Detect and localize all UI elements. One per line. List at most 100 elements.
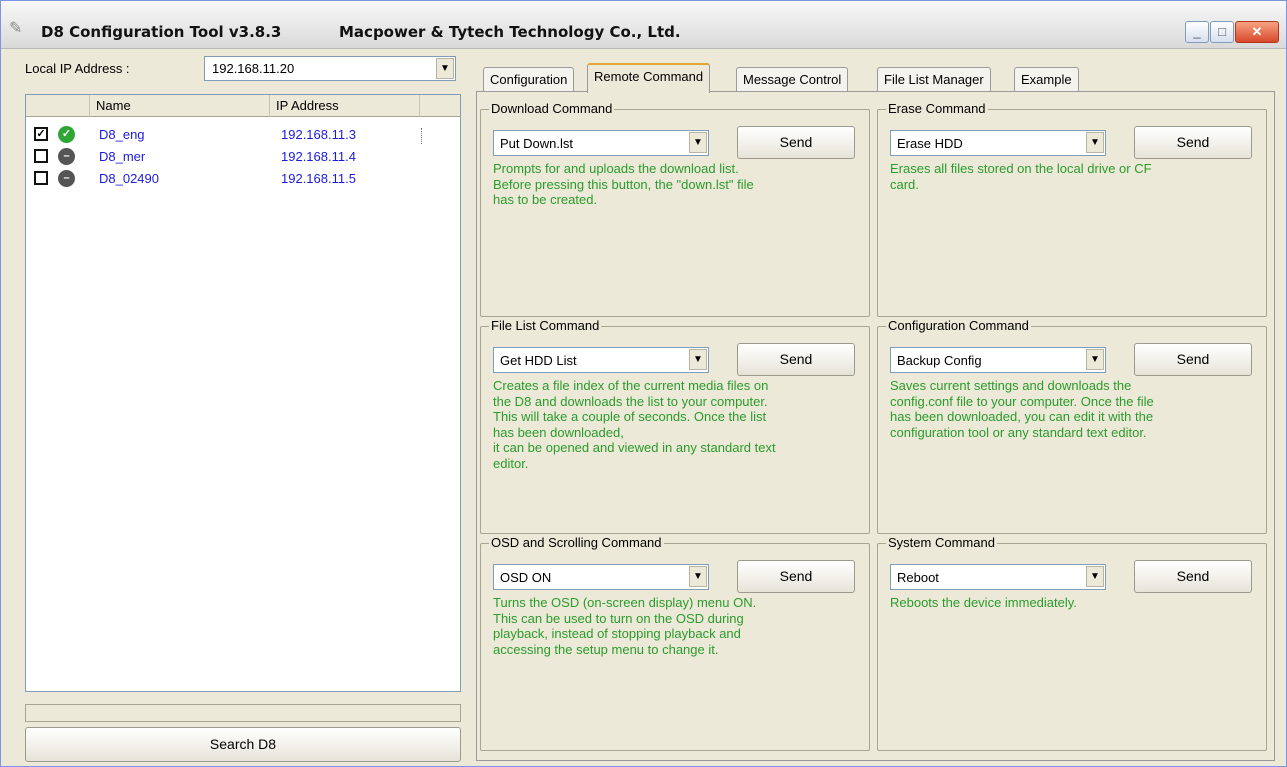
column-divider bbox=[421, 128, 422, 144]
description-line: Creates a file index of the current medi… bbox=[493, 378, 769, 393]
app-icon: ✎ bbox=[9, 20, 23, 37]
device-name: D8_02490 bbox=[99, 171, 159, 186]
selected-value: Get HDD List bbox=[500, 353, 577, 368]
search-d8-button[interactable]: Search D8 bbox=[25, 727, 461, 762]
description-line: This can be used to turn on the OSD duri… bbox=[493, 610, 744, 626]
device-row[interactable]: – D8_02490 192.168.11.5 bbox=[26, 168, 460, 188]
group-title: Download Command bbox=[489, 101, 615, 116]
file-list-command-select[interactable]: Get HDD List ▼ bbox=[493, 347, 709, 373]
selected-value: Backup Config bbox=[897, 353, 982, 368]
description-line: editor. bbox=[493, 455, 529, 471]
device-row[interactable]: – D8_mer 192.168.11.4 bbox=[26, 146, 460, 166]
description-line: Saves current settings and downloads the bbox=[890, 378, 1132, 393]
selected-value: OSD ON bbox=[500, 570, 552, 585]
configuration-send-button[interactable]: Send bbox=[1134, 343, 1252, 376]
description-line: Reboots the device immediately. bbox=[890, 595, 1077, 610]
minimize-button[interactable]: _ bbox=[1185, 21, 1209, 43]
close-button[interactable]: ✕ bbox=[1235, 21, 1279, 43]
system-send-button[interactable]: Send bbox=[1134, 560, 1252, 593]
local-ip-label: Local IP Address : bbox=[25, 61, 130, 76]
download-send-button[interactable]: Send bbox=[737, 126, 855, 159]
system-command-select[interactable]: Reboot ▼ bbox=[890, 564, 1106, 590]
chevron-down-icon[interactable]: ▼ bbox=[1086, 132, 1104, 153]
company-name: Macpower & Tytech Technology Co., Ltd. bbox=[339, 23, 681, 41]
group-title: System Command bbox=[886, 535, 997, 550]
device-ip: 192.168.11.4 bbox=[281, 149, 356, 164]
description-line: playback, instead of stopping playback a… bbox=[493, 626, 741, 641]
description: Creates a file index of the current medi… bbox=[493, 378, 853, 471]
group-title: Configuration Command bbox=[886, 318, 1031, 333]
remote-command-panel: Download Command Put Down.lst ▼ Send Pro… bbox=[476, 91, 1275, 761]
file-list-command-group: File List Command Get HDD List ▼ Send Cr… bbox=[480, 318, 870, 534]
description-line: the D8 and downloads the list to your co… bbox=[493, 393, 768, 409]
osd-send-button[interactable]: Send bbox=[737, 560, 855, 593]
description-line: This will take a couple of seconds. Once… bbox=[493, 409, 767, 424]
device-list-header: Name IP Address bbox=[26, 95, 460, 117]
description-line: Prompts for and uploads the download lis… bbox=[493, 161, 739, 176]
device-checkbox[interactable]: ✓ bbox=[34, 127, 48, 141]
description-line: accessing the setup menu to change it. bbox=[493, 641, 719, 657]
window-title: D8 Configuration Tool v3.8.3 bbox=[41, 23, 282, 41]
connected-status-icon: ✓ bbox=[58, 126, 75, 143]
chevron-down-icon[interactable]: ▼ bbox=[436, 58, 454, 79]
search-progress-bar bbox=[25, 704, 461, 722]
disconnected-status-icon: – bbox=[58, 148, 75, 165]
chevron-down-icon[interactable]: ▼ bbox=[1086, 566, 1104, 587]
device-list[interactable]: Name IP Address ✓ ✓ D8_eng 192.168.11.3 … bbox=[25, 94, 461, 692]
group-title: Erase Command bbox=[886, 101, 988, 116]
header-name[interactable]: Name bbox=[90, 95, 270, 117]
selected-value: Reboot bbox=[897, 570, 939, 585]
file-list-send-button[interactable]: Send bbox=[737, 343, 855, 376]
description-line: has to be created. bbox=[493, 192, 598, 207]
group-title: OSD and Scrolling Command bbox=[489, 535, 664, 550]
chevron-down-icon[interactable]: ▼ bbox=[689, 566, 707, 587]
osd-scrolling-command-group: OSD and Scrolling Command OSD ON ▼ Send … bbox=[480, 535, 870, 751]
description-line: Turns the OSD (on-screen display) menu O… bbox=[493, 595, 757, 610]
tab-message-control[interactable]: Message Control bbox=[736, 67, 849, 91]
system-command-group: System Command Reboot ▼ Send Reboots the… bbox=[877, 535, 1267, 751]
disconnected-status-icon: – bbox=[58, 170, 75, 187]
description: Saves current settings and downloads the… bbox=[890, 378, 1250, 440]
local-ip-select[interactable]: 192.168.11.20 ▼ bbox=[204, 56, 456, 81]
title-bar[interactable]: ✎ D8 Configuration Tool v3.8.3 Macpower … bbox=[1, 1, 1286, 49]
description-line: card. bbox=[890, 176, 919, 192]
device-checkbox[interactable] bbox=[34, 149, 48, 163]
download-command-group: Download Command Put Down.lst ▼ Send Pro… bbox=[480, 101, 870, 317]
chevron-down-icon[interactable]: ▼ bbox=[1086, 349, 1104, 370]
tab-remote-command[interactable]: Remote Command bbox=[587, 63, 711, 93]
selected-value: Erase HDD bbox=[897, 136, 963, 151]
erase-command-group: Erase Command Erase HDD ▼ Send Erases al… bbox=[877, 101, 1267, 317]
description: Reboots the device immediately. bbox=[890, 595, 1250, 611]
chevron-down-icon[interactable]: ▼ bbox=[689, 349, 707, 370]
erase-command-select[interactable]: Erase HDD ▼ bbox=[890, 130, 1106, 156]
osd-command-select[interactable]: OSD ON ▼ bbox=[493, 564, 709, 590]
description-line: it can be opened and viewed in any stand… bbox=[493, 440, 776, 455]
device-row[interactable]: ✓ ✓ D8_eng 192.168.11.3 bbox=[26, 124, 460, 144]
maximize-button[interactable]: □ bbox=[1210, 21, 1234, 43]
description: Erases all files stored on the local dri… bbox=[890, 161, 1250, 192]
device-name: D8_eng bbox=[99, 127, 145, 142]
header-ip-address[interactable]: IP Address bbox=[270, 95, 420, 117]
header-select-column[interactable] bbox=[26, 95, 90, 117]
description-line: configuration tool or any standard text … bbox=[890, 424, 1147, 440]
description-line: has been downloaded, bbox=[493, 424, 624, 440]
erase-send-button[interactable]: Send bbox=[1134, 126, 1252, 159]
description: Turns the OSD (on-screen display) menu O… bbox=[493, 595, 853, 657]
device-name: D8_mer bbox=[99, 149, 146, 164]
device-ip: 192.168.11.5 bbox=[281, 171, 356, 186]
description-line: Erases all files stored on the local dri… bbox=[890, 161, 1152, 176]
description-line: Before pressing this button, the "down.l… bbox=[493, 176, 754, 192]
configuration-command-group: Configuration Command Backup Config ▼ Se… bbox=[877, 318, 1267, 534]
tab-example[interactable]: Example bbox=[1014, 67, 1079, 91]
description-line: has been downloaded, you can edit it wit… bbox=[890, 409, 1154, 424]
selected-value: Put Down.lst bbox=[500, 136, 573, 151]
chevron-down-icon[interactable]: ▼ bbox=[689, 132, 707, 153]
tab-file-list-manager[interactable]: File List Manager bbox=[877, 67, 991, 91]
device-checkbox[interactable] bbox=[34, 171, 48, 185]
description-line: config.conf file to your computer. Once … bbox=[890, 393, 1154, 409]
download-command-select[interactable]: Put Down.lst ▼ bbox=[493, 130, 709, 156]
configuration-command-select[interactable]: Backup Config ▼ bbox=[890, 347, 1106, 373]
tab-configuration[interactable]: Configuration bbox=[483, 67, 575, 91]
local-ip-value: 192.168.11.20 bbox=[212, 61, 295, 76]
description: Prompts for and uploads the download lis… bbox=[493, 161, 853, 208]
